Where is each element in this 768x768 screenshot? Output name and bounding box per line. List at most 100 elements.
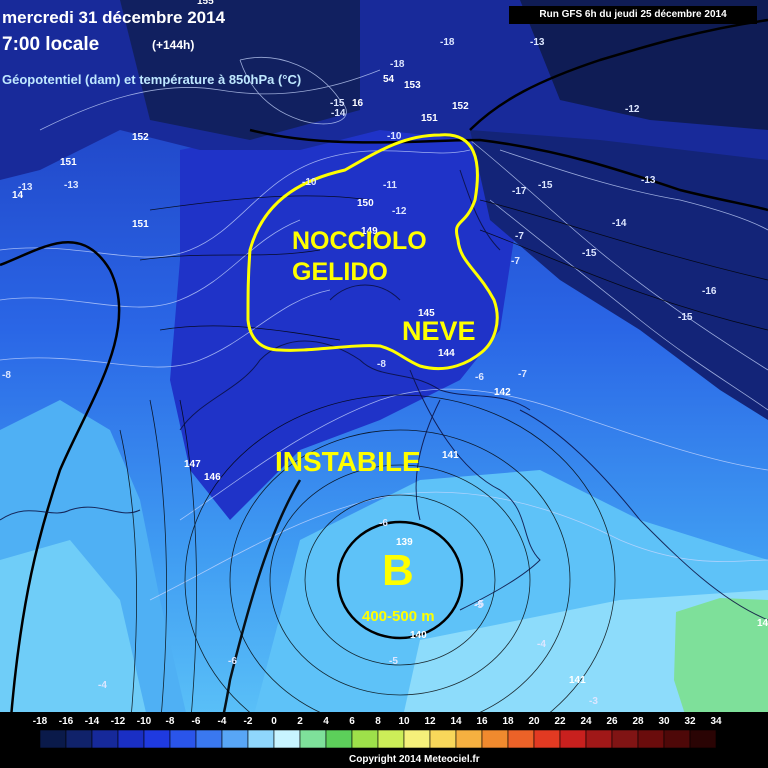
legend-swatch	[507, 729, 535, 749]
geopotential-label: 146	[204, 472, 221, 483]
legend-swatch	[611, 729, 639, 749]
geopotential-label: 151	[421, 113, 438, 124]
isotherm-label: -13	[530, 37, 545, 48]
legend-label: -2	[244, 716, 253, 727]
geopotential-label: 54	[383, 74, 395, 85]
legend-label: 26	[606, 716, 618, 727]
isotherm-label: -14	[331, 108, 346, 119]
annotation-neve: NEVE	[402, 316, 476, 346]
legend-swatch	[247, 729, 275, 749]
legend-swatch	[663, 729, 691, 749]
low-pressure-marker: B	[382, 546, 414, 595]
legend-label: -10	[137, 716, 152, 727]
isotherm-label: -8	[377, 359, 386, 370]
legend-label: 12	[424, 716, 436, 727]
geopotential-label: 153	[404, 80, 421, 91]
geopotential-label: 16	[352, 98, 364, 109]
isotherm-label: -8	[2, 370, 11, 381]
weather-map: 155 -18 -13 -18 54 153 -15 16 -14 152 -12 151 152 -10…	[0, 0, 768, 766]
legend-label: 0	[271, 716, 277, 727]
isotherm-label: -18	[390, 59, 405, 70]
isotherm-label: -7	[511, 256, 520, 267]
isotherm-label: -15	[582, 248, 597, 259]
legend-swatch	[429, 729, 457, 749]
isotherm-label: -12	[625, 104, 640, 115]
snow-altitude-label: 400-500 m	[362, 608, 435, 625]
model-run-label: Run GFS 6h du jeudi 25 décembre 2014	[509, 6, 757, 24]
legend-label: -16	[59, 716, 74, 727]
legend-label: 34	[710, 716, 722, 727]
isotherm-label: -7	[515, 231, 524, 242]
legend-label: 2	[297, 716, 303, 727]
legend-label: 20	[528, 716, 540, 727]
legend-swatch	[195, 729, 223, 749]
geopotential-label: 150	[357, 198, 374, 209]
legend-label: -4	[218, 716, 227, 727]
geopotential-label: 155	[197, 0, 214, 7]
isotherm-label: -12	[392, 206, 407, 217]
legend-swatch	[403, 729, 431, 749]
isotherm-label: -10	[302, 177, 317, 188]
forecast-date: mercredi 31 décembre 2014	[2, 8, 226, 27]
isotherm-label: -14	[612, 218, 627, 229]
legend-swatch	[39, 729, 67, 749]
legend-label: 30	[658, 716, 670, 727]
isotherm-label: -4	[98, 680, 107, 691]
geopotential-label: 140	[410, 630, 427, 641]
legend-swatch	[117, 729, 145, 749]
legend-swatch	[585, 729, 613, 749]
legend-label: -18	[33, 716, 48, 727]
annotation-nocciolo: NOCCIOLO	[292, 227, 427, 255]
legend-label: 10	[398, 716, 410, 727]
legend-swatch	[91, 729, 119, 749]
legend-swatch	[273, 729, 301, 749]
legend-swatch	[169, 729, 197, 749]
isotherm-label: -15	[538, 180, 553, 191]
isotherm-label: -7	[518, 369, 527, 380]
legend-swatch	[143, 729, 171, 749]
isotherm-label: -6	[228, 656, 237, 667]
geopotential-label: 152	[452, 101, 469, 112]
legend-label: 16	[476, 716, 488, 727]
isotherm-label: -10	[387, 131, 402, 142]
legend-swatch	[325, 729, 353, 749]
isotherm-label: -11	[383, 180, 397, 191]
legend-label: -14	[85, 716, 100, 727]
legend-swatch	[65, 729, 93, 749]
legend-label: -12	[111, 716, 126, 727]
legend-swatch	[299, 729, 327, 749]
isotherm-label: -16	[702, 286, 717, 297]
forecast-local-time: 7:00 locale	[2, 34, 100, 55]
geopotential-label: 152	[132, 132, 149, 143]
geopotential-label: 147	[184, 459, 201, 470]
legend-label: 14	[450, 716, 462, 727]
annotation-gelido: GELIDO	[292, 258, 388, 286]
legend-swatch	[351, 729, 379, 749]
isotherm-label: -13	[64, 180, 79, 191]
geopotential-label: 142	[757, 618, 768, 629]
forecast-lead-time: (+144h)	[152, 38, 195, 52]
legend-label: -6	[192, 716, 201, 727]
isotherm-label: -15	[678, 312, 693, 323]
legend-swatch	[481, 729, 509, 749]
legend-swatch	[637, 729, 665, 749]
geopotential-label: 144	[438, 348, 455, 359]
isotherm-label: -3	[589, 696, 598, 707]
geopotential-label: 151	[60, 157, 77, 168]
isotherm-label: -6	[475, 372, 484, 383]
geopotential-label: 141	[569, 675, 586, 686]
legend-swatch	[221, 729, 249, 749]
isotherm-label: -5	[474, 600, 483, 611]
legend-label: 18	[502, 716, 514, 727]
temp-zone-green	[674, 598, 768, 730]
legend-label: 8	[375, 716, 381, 727]
legend-label: 6	[349, 716, 355, 727]
annotation-instabile: INSTABILE	[275, 446, 421, 477]
legend-label: -8	[166, 716, 175, 727]
isotherm-label: -17	[512, 186, 527, 197]
geopotential-label: 14	[12, 190, 24, 201]
legend-label: 4	[323, 716, 329, 727]
legend-label: 32	[684, 716, 696, 727]
isotherm-label: -5	[389, 656, 398, 667]
geopotential-label: 151	[132, 219, 149, 230]
